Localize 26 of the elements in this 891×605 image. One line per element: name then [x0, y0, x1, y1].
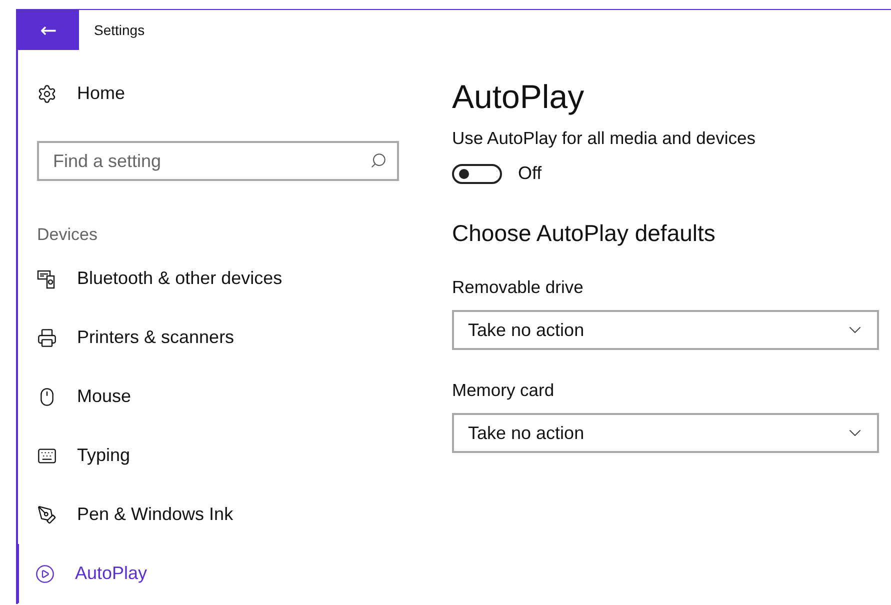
toggle-state: Off: [518, 163, 542, 184]
device-icon: [37, 268, 57, 288]
pen-icon: [37, 504, 57, 524]
dropdown-label: Removable drive: [452, 277, 584, 298]
nav-item[interactable]: Bluetooth & other devices: [18, 249, 430, 308]
toggle-label: Use AutoPlay for all media and devices: [452, 128, 756, 149]
settings-icon: [37, 84, 57, 104]
back-button[interactable]: ←: [18, 10, 79, 50]
dropdown[interactable]: Take no action: [452, 310, 879, 350]
nav-item[interactable]: Typing: [18, 426, 430, 485]
page-title: AutoPlay: [452, 78, 586, 117]
home-item[interactable]: Home: [18, 64, 430, 123]
search-icon: [370, 152, 387, 169]
search-field[interactable]: Find a setting: [37, 141, 399, 181]
dropdown-label: Memory card: [452, 380, 556, 401]
section-heading: Choose AutoPlay defaults: [452, 220, 716, 247]
nav-item[interactable]: Mouse: [18, 367, 430, 426]
section-heading: Devices: [37, 225, 98, 246]
nav-item[interactable]: AutoPlay: [18, 544, 430, 603]
toggle-switch[interactable]: [452, 164, 502, 184]
nav-item[interactable]: Pen & Windows Ink: [18, 485, 430, 544]
window-title: Settings: [94, 22, 145, 38]
printer-icon: [37, 328, 57, 348]
dropdown[interactable]: Take no action: [452, 413, 879, 453]
nav-item[interactable]: Printers & scanners: [18, 308, 430, 367]
play-circle-icon: [35, 564, 55, 584]
